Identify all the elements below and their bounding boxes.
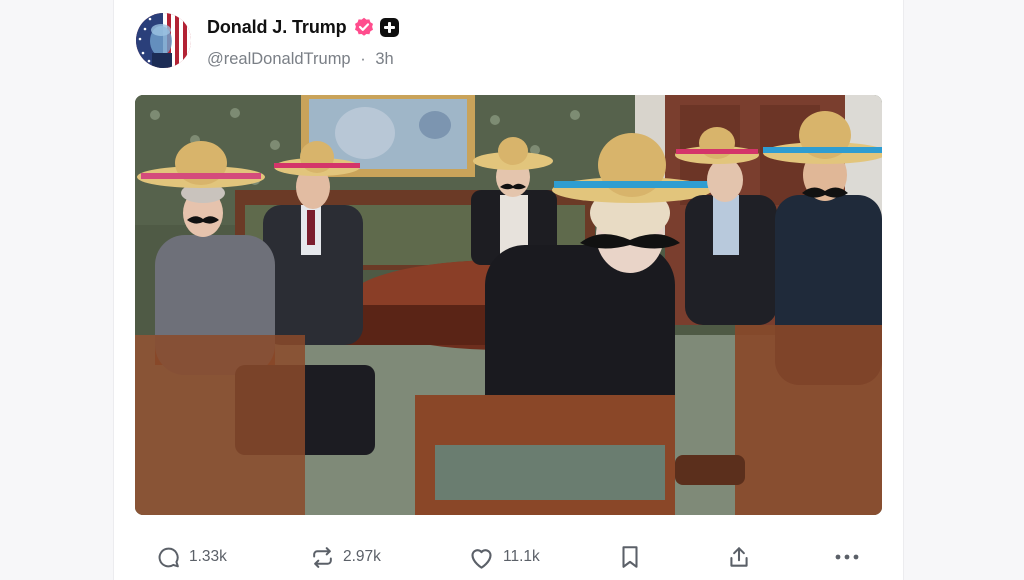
reply-count: 1.33k [189, 548, 227, 565]
bookmark-icon [619, 544, 641, 570]
post-card: Donald J. Trump @realDonaldTrump · 3h 1.… [113, 0, 904, 580]
reply-icon [156, 545, 181, 570]
share-icon [726, 544, 752, 570]
heart-icon [468, 545, 495, 570]
like-count: 11.1k [503, 548, 540, 565]
reply-button[interactable]: 1.33k [156, 536, 227, 578]
handle-row: @realDonaldTrump · 3h [207, 50, 394, 69]
repost-button[interactable]: 2.97k [310, 536, 381, 578]
avatar[interactable] [136, 13, 191, 68]
author-name[interactable]: Donald J. Trump [207, 17, 347, 38]
like-button[interactable]: 11.1k [468, 536, 540, 578]
share-button[interactable] [726, 536, 752, 578]
author-handle[interactable]: @realDonaldTrump [207, 50, 351, 68]
separator: · [360, 50, 366, 68]
more-button[interactable] [834, 536, 860, 578]
more-icon [834, 553, 860, 561]
post-image[interactable] [135, 95, 882, 515]
bookmark-button[interactable] [619, 536, 641, 578]
author-row: Donald J. Trump [207, 15, 399, 39]
action-bar: 1.33k 2.97k 11.1k [114, 536, 903, 578]
repost-count: 2.97k [343, 548, 381, 565]
post-time[interactable]: 3h [375, 50, 393, 68]
plus-square-icon [379, 17, 399, 37]
repost-icon [310, 545, 335, 570]
verified-badge-icon [354, 17, 374, 37]
